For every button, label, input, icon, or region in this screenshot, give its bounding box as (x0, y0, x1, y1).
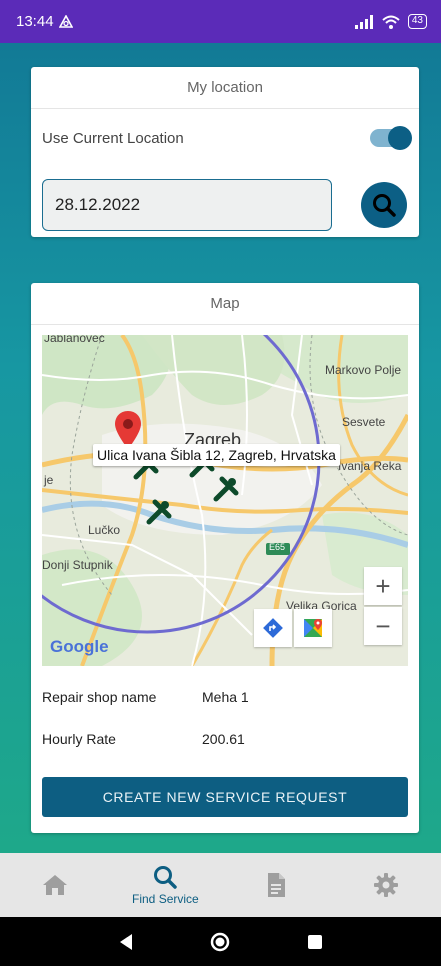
battery-icon: 43 (407, 14, 427, 29)
nav-home[interactable] (0, 853, 110, 917)
repair-shop-marker-icon[interactable] (145, 498, 173, 526)
location-card-title: My location (31, 67, 419, 109)
map-label-road: E65 (269, 542, 286, 552)
home-icon (43, 875, 68, 895)
create-service-request-button[interactable]: CREATE NEW SERVICE REQUEST (42, 777, 408, 817)
google-maps-icon (304, 619, 322, 637)
map-label-sesvete: Sesvete (342, 415, 386, 429)
map-card: Map Jablanovec Markovo Polje Sesvete Zag… (31, 283, 419, 833)
nav-settings[interactable] (331, 853, 441, 917)
toggle-knob (388, 126, 412, 150)
open-in-maps-button[interactable] (294, 609, 332, 647)
zoom-out-button[interactable]: − (364, 607, 402, 645)
map-label-markovo-polje: Markovo Polje (325, 363, 402, 377)
use-current-location-label: Use Current Location (42, 129, 184, 147)
bottom-navigation: Find Service (0, 853, 441, 917)
notification-icon (58, 14, 73, 28)
map-label-ivanja-reka: Ivanja Reka (338, 459, 402, 473)
date-input[interactable]: 28.12.2022 (42, 179, 332, 231)
use-current-location-row: Use Current Location (42, 123, 412, 153)
document-icon (267, 873, 285, 897)
search-icon (154, 866, 178, 889)
zoom-in-button[interactable]: + (364, 567, 402, 605)
map-card-title: Map (31, 283, 419, 325)
wifi-icon (382, 15, 400, 29)
map-view[interactable]: Jablanovec Markovo Polje Sesvete Zagreb … (42, 335, 408, 666)
hourly-rate-row: Hourly Rate 200.61 (42, 731, 245, 753)
hourly-rate-label: Hourly Rate (42, 731, 116, 747)
home-circle-icon[interactable] (210, 932, 230, 952)
status-bar: 13:44 43 (0, 0, 441, 43)
status-time: 13:44 (16, 13, 54, 30)
repair-shop-row: Repair shop name Meha 1 (42, 689, 249, 711)
search-button[interactable] (361, 182, 407, 228)
repair-shop-label: Repair shop name (42, 689, 157, 705)
main-content: My location Use Current Location 28.12.2… (0, 43, 441, 853)
nav-find-service[interactable]: Find Service (110, 853, 220, 917)
repair-shop-value: Meha 1 (202, 689, 249, 705)
use-current-location-toggle[interactable] (370, 126, 412, 150)
map-label-jablanovec: Jablanovec (44, 335, 105, 345)
recents-icon[interactable] (307, 934, 323, 950)
location-card: My location Use Current Location 28.12.2… (31, 67, 419, 237)
signal-icon (354, 14, 373, 29)
gear-icon (373, 873, 398, 897)
map-label-je: je (44, 473, 54, 487)
nav-documents[interactable] (221, 853, 331, 917)
map-info-tooltip[interactable]: Ulica Ivana Šibla 12, Zagreb, Hrvatska (93, 444, 340, 466)
nav-find-service-label: Find Service (132, 892, 199, 906)
google-logo: Google (50, 637, 109, 656)
map-label-donji-stupnik: Donji Stupnik (42, 558, 113, 572)
directions-icon (263, 618, 283, 638)
repair-shop-marker-icon[interactable] (212, 475, 240, 503)
system-navigation-bar (0, 917, 441, 966)
map-label-lucko: Lučko (88, 523, 121, 537)
search-icon (373, 194, 396, 217)
back-icon[interactable] (118, 933, 134, 951)
directions-button[interactable] (254, 609, 292, 647)
hourly-rate-value: 200.61 (202, 731, 245, 747)
